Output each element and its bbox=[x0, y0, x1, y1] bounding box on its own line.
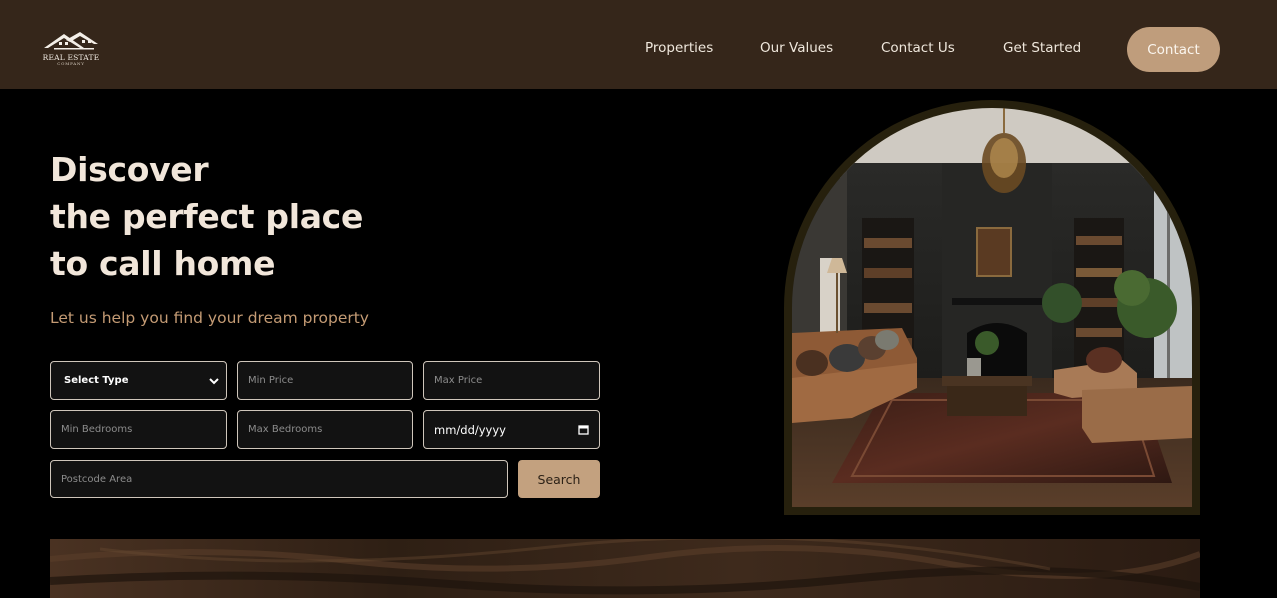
min-price-input[interactable]: Min Price bbox=[237, 361, 413, 400]
date-value: mm/dd/yyyy bbox=[434, 422, 506, 437]
hero-title: Discover the perfect place to call home bbox=[50, 146, 363, 287]
nav-link-get-started[interactable]: Get Started bbox=[1003, 40, 1081, 56]
max-bedrooms-placeholder: Max Bedrooms bbox=[248, 424, 323, 435]
hero-title-line: Discover bbox=[50, 150, 209, 189]
brand-tagline: COMPANY bbox=[57, 61, 85, 66]
contact-button[interactable]: Contact bbox=[1127, 27, 1220, 72]
wood-banner-image bbox=[50, 539, 1200, 598]
hero-title-line: to call home bbox=[50, 244, 276, 283]
house-roof-icon bbox=[44, 32, 98, 50]
chevron-down-icon bbox=[209, 377, 219, 384]
max-price-input[interactable]: Max Price bbox=[423, 361, 600, 400]
calendar-icon[interactable] bbox=[578, 424, 589, 435]
min-bedrooms-placeholder: Min Bedrooms bbox=[61, 424, 133, 435]
property-type-value: Select Type bbox=[64, 375, 129, 386]
nav-link-contact-us[interactable]: Contact Us bbox=[881, 40, 955, 56]
hero-subtitle: Let us help you find your dream property bbox=[50, 309, 369, 327]
search-button[interactable]: Search bbox=[518, 460, 600, 498]
nav-link-properties[interactable]: Properties bbox=[645, 40, 713, 56]
site-header: REAL ESTATE COMPANY Properties Our Value… bbox=[0, 0, 1277, 89]
min-bedrooms-input[interactable]: Min Bedrooms bbox=[50, 410, 227, 449]
hero-title-line: the perfect place bbox=[50, 197, 364, 236]
max-price-placeholder: Max Price bbox=[434, 375, 483, 386]
brand-logo[interactable]: REAL ESTATE COMPANY bbox=[38, 30, 104, 70]
postcode-placeholder: Postcode Area bbox=[61, 473, 133, 485]
max-bedrooms-input[interactable]: Max Bedrooms bbox=[237, 410, 413, 449]
property-type-select[interactable]: Select Type bbox=[50, 361, 227, 400]
postcode-input[interactable]: Postcode Area bbox=[50, 460, 508, 498]
living-room-image bbox=[792, 108, 1192, 507]
min-price-placeholder: Min Price bbox=[248, 375, 294, 386]
hero-image-frame bbox=[784, 100, 1200, 515]
nav-link-our-values[interactable]: Our Values bbox=[760, 40, 833, 56]
date-input[interactable]: mm/dd/yyyy bbox=[423, 410, 600, 449]
